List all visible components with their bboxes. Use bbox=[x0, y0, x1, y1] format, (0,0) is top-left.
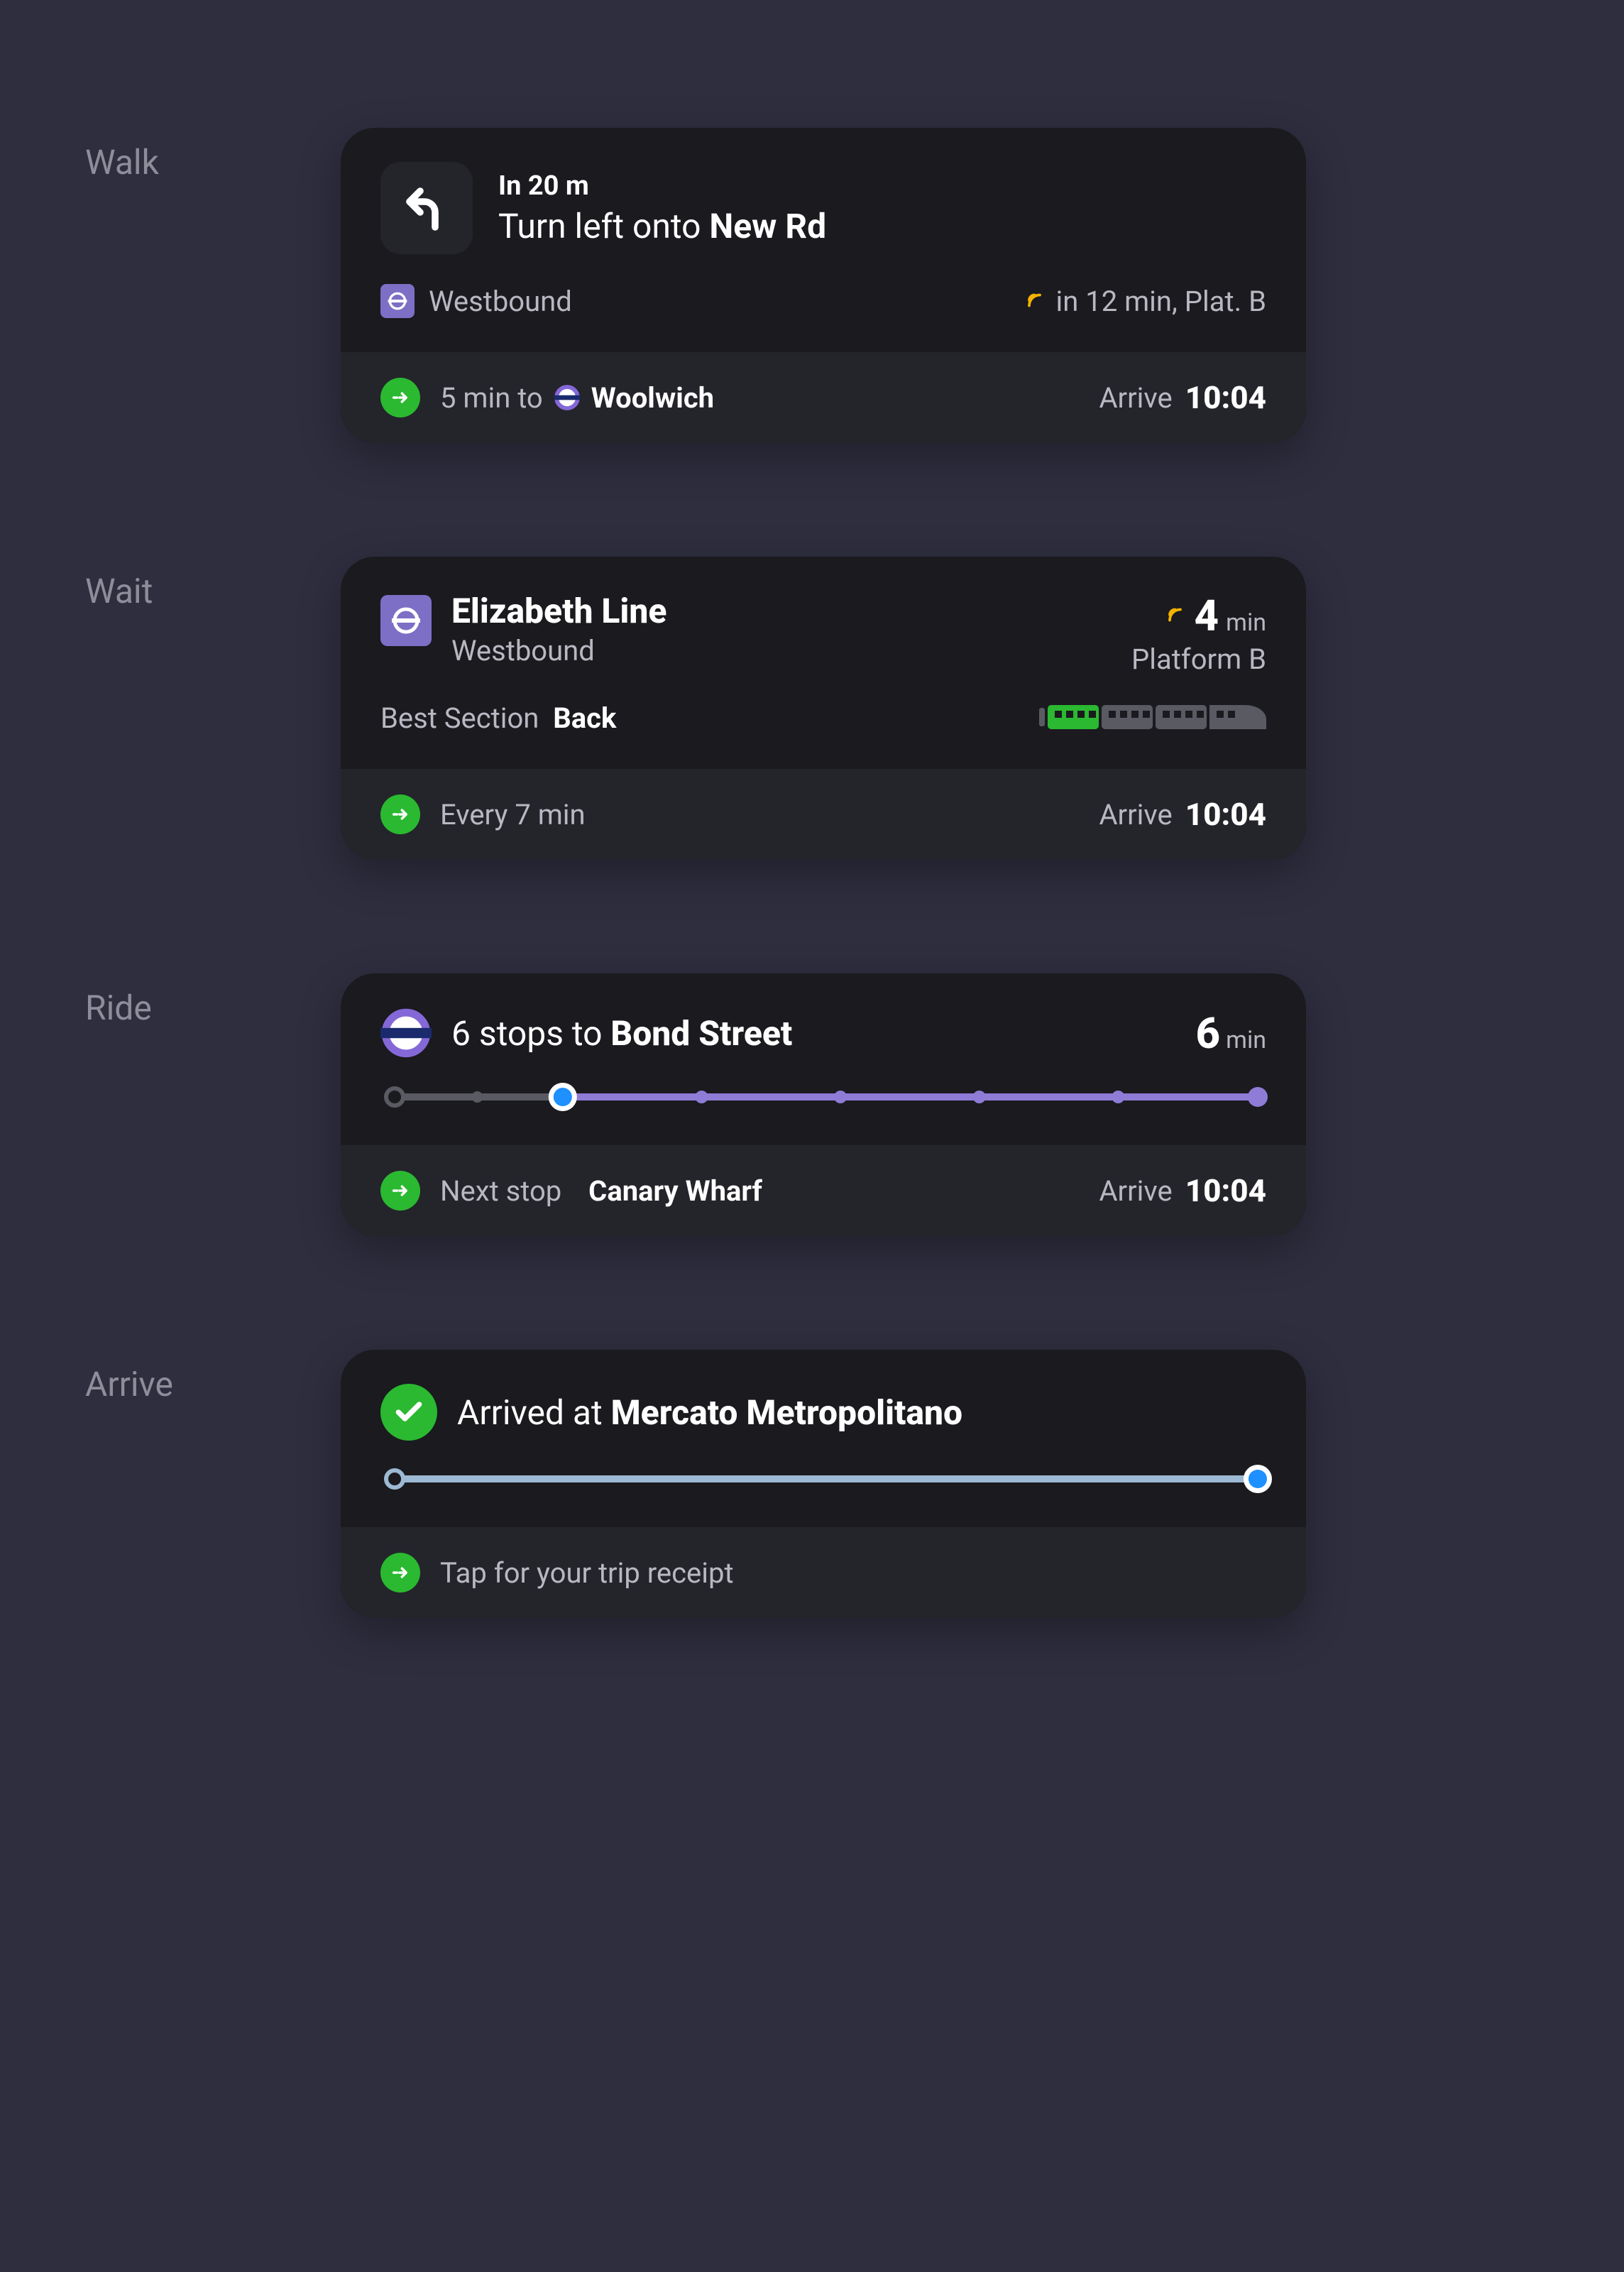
arrive-label: Arrive bbox=[85, 1350, 341, 1404]
go-arrow-icon bbox=[380, 1171, 420, 1211]
arrive-row: Arrive Arrived at Mercato Metropolitano bbox=[85, 1350, 1539, 1618]
stops-progress-bar bbox=[385, 1083, 1268, 1111]
walk-label: Walk bbox=[85, 128, 341, 182]
ride-arrive-time: 10:04 bbox=[1185, 1172, 1266, 1209]
platform-text: Platform B bbox=[1131, 643, 1266, 676]
line-name: Elizabeth Line bbox=[451, 591, 666, 631]
check-icon bbox=[380, 1384, 437, 1441]
train-car-diagram-icon bbox=[1039, 704, 1266, 733]
wait-label: Wait bbox=[85, 557, 341, 611]
wait-row: Wait Elizabeth Line Westbound bbox=[85, 557, 1539, 860]
elizabeth-roundel-icon bbox=[380, 1007, 432, 1059]
ride-footer[interactable]: Next stop Canary Wharf Arrive 10:04 bbox=[341, 1145, 1306, 1236]
turn-left-icon bbox=[380, 162, 473, 254]
walk-card[interactable]: In 20 m Turn left onto New Rd Westbound bbox=[341, 128, 1306, 443]
ride-eta: 6 bbox=[1196, 1008, 1221, 1059]
ride-stops-text: 6 stops to Bond Street bbox=[451, 1013, 792, 1054]
ride-row: Ride 6 stops to Bond Street 6 min bbox=[85, 973, 1539, 1236]
go-arrow-icon bbox=[380, 794, 420, 834]
arrived-text: Arrived at Mercato Metropolitano bbox=[457, 1392, 962, 1433]
frequency: Every 7 min bbox=[440, 798, 586, 831]
go-arrow-icon bbox=[380, 1553, 420, 1593]
arrive-card[interactable]: Arrived at Mercato Metropolitano Tap for… bbox=[341, 1350, 1306, 1618]
wait-eta: 4 bbox=[1195, 591, 1219, 641]
go-arrow-icon bbox=[380, 378, 420, 417]
walk-instruction: Turn left onto New Rd bbox=[498, 206, 1266, 246]
live-signal-icon bbox=[1166, 604, 1187, 628]
ride-card[interactable]: 6 stops to Bond Street 6 min bbox=[341, 973, 1306, 1236]
walk-next-time: in 12 min, Plat. B bbox=[1055, 285, 1266, 318]
ride-label: Ride bbox=[85, 973, 341, 1028]
walk-direction: Westbound bbox=[429, 285, 572, 318]
line-direction: Westbound bbox=[451, 634, 666, 667]
walk-row: Walk In 20 m Turn left onto New Rd bbox=[85, 128, 1539, 443]
wait-arrive-time: 10:04 bbox=[1185, 796, 1266, 833]
wait-card[interactable]: Elizabeth Line Westbound 4 min Platform … bbox=[341, 557, 1306, 860]
tfl-roundel-icon bbox=[380, 284, 415, 318]
best-section: Best Section Back bbox=[380, 701, 616, 735]
elizabeth-roundel-icon bbox=[553, 383, 581, 412]
walk-distance: In 20 m bbox=[498, 170, 1266, 202]
live-signal-icon bbox=[1026, 285, 1047, 318]
arrive-progress-bar bbox=[385, 1465, 1268, 1493]
wait-footer[interactable]: Every 7 min Arrive 10:04 bbox=[341, 769, 1306, 860]
walk-arrive-time: 10:04 bbox=[1185, 379, 1266, 416]
receipt-text: Tap for your trip receipt bbox=[440, 1556, 734, 1590]
walk-footer[interactable]: 5 min to Woolwich Arrive 10:04 bbox=[341, 352, 1306, 443]
next-stop: Canary Wharf bbox=[588, 1174, 762, 1208]
tfl-roundel-icon bbox=[380, 595, 432, 646]
trip-receipt-button[interactable]: Tap for your trip receipt bbox=[341, 1527, 1306, 1618]
